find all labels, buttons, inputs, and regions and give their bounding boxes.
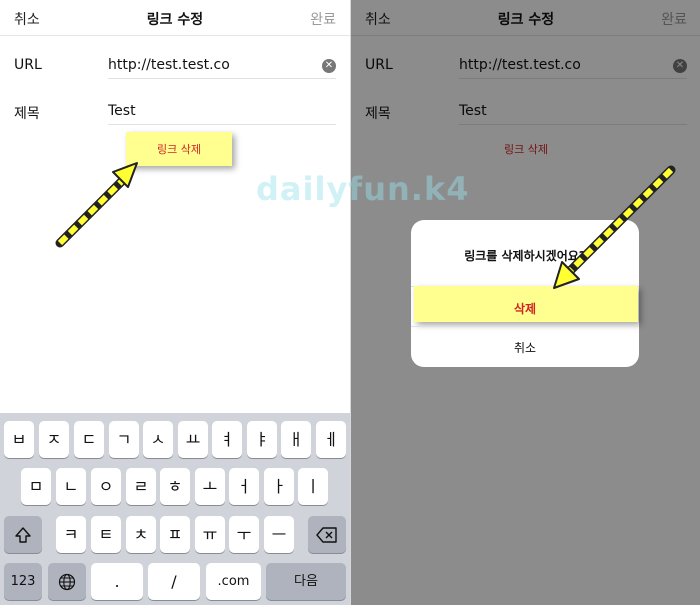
key[interactable]: ㅈ <box>39 421 69 458</box>
key[interactable]: ㅋ <box>56 516 86 553</box>
key[interactable]: ㅣ <box>298 468 328 505</box>
globe-icon <box>58 573 76 591</box>
key[interactable]: ㄴ <box>56 468 86 505</box>
key[interactable]: ㅍ <box>160 516 190 553</box>
key[interactable]: ㅜ <box>229 516 259 553</box>
key[interactable]: ㅠ <box>195 516 225 553</box>
key[interactable]: ㅗ <box>195 468 225 505</box>
korean-keyboard: ㅂ ㅈ ㄷ ㄱ ㅅ ㅛ ㅕ ㅑ ㅐ ㅔ ㅁ ㄴ ㅇ ㄹ ㅎ ㅗ ㅓ ㅏ ㅣ ㅋ … <box>0 413 350 605</box>
key[interactable]: ㅊ <box>126 516 156 553</box>
key[interactable]: ㄷ <box>74 421 104 458</box>
key[interactable]: ㅌ <box>91 516 121 553</box>
slash-key[interactable]: / <box>148 563 200 600</box>
period-key[interactable]: . <box>91 563 143 600</box>
backspace-icon <box>316 527 337 543</box>
key[interactable]: ㄱ <box>109 421 139 458</box>
pointer-arrow-icon <box>553 165 676 289</box>
key[interactable]: ㅇ <box>91 468 121 505</box>
key[interactable]: ㄹ <box>126 468 156 505</box>
globe-key[interactable] <box>48 563 86 600</box>
key[interactable]: ㅔ <box>316 421 346 458</box>
watermark: dailyfun.k4 <box>256 170 470 208</box>
key[interactable]: ㅁ <box>21 468 51 505</box>
shift-key[interactable] <box>4 516 42 553</box>
key[interactable]: ㅂ <box>4 421 34 458</box>
left-screen: 취소 링크 수정 완료 URL http://test.test.co ✕ 제목… <box>0 0 350 605</box>
next-key[interactable]: 다음 <box>266 563 346 600</box>
key[interactable]: ㅏ <box>264 468 294 505</box>
backspace-key[interactable] <box>308 516 346 553</box>
shift-icon <box>15 527 31 543</box>
key[interactable]: ㅐ <box>281 421 311 458</box>
key[interactable]: ㅑ <box>247 421 277 458</box>
key[interactable]: ㅡ <box>264 516 294 553</box>
key[interactable]: ㅓ <box>229 468 259 505</box>
right-screen: 취소 링크 수정 완료 URL http://test.test.co ✕ 제목… <box>351 0 700 605</box>
key[interactable]: ㅅ <box>143 421 173 458</box>
key[interactable]: ㅛ <box>178 421 208 458</box>
dotcom-key[interactable]: .com <box>206 563 261 600</box>
key[interactable]: ㅕ <box>212 421 242 458</box>
key[interactable]: ㅎ <box>160 468 190 505</box>
numbers-key[interactable]: 123 <box>4 563 42 600</box>
